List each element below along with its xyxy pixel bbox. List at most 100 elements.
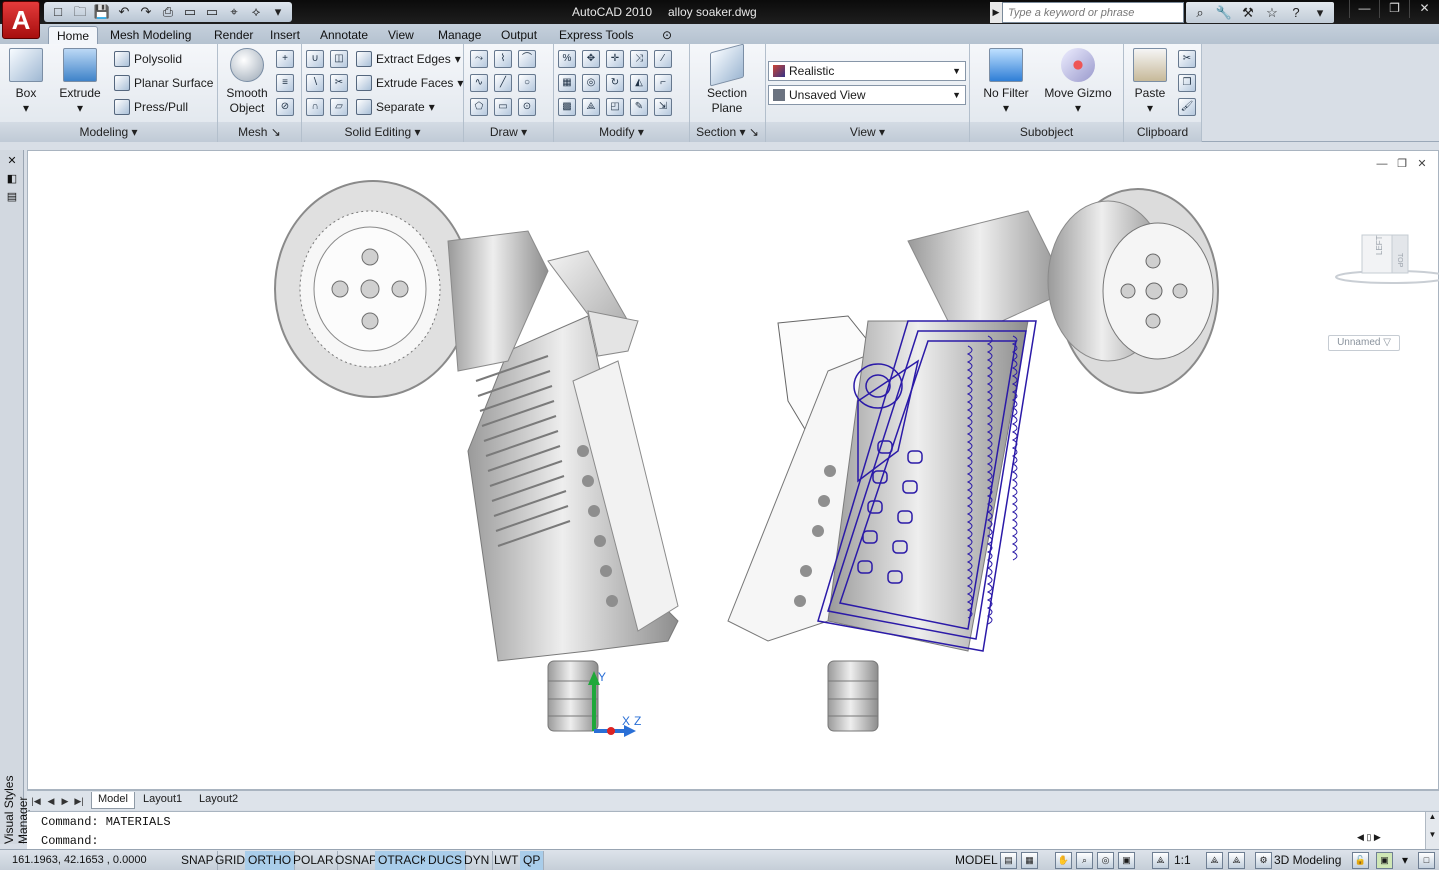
line-icon[interactable]: ╱ bbox=[494, 74, 512, 92]
mirror-icon[interactable]: ◭ bbox=[630, 74, 648, 92]
thicken-icon[interactable]: ▱ bbox=[330, 98, 348, 116]
array-icon[interactable]: ▩ bbox=[558, 98, 576, 116]
ortho-toggle[interactable]: ORTHO bbox=[245, 851, 296, 870]
palette-properties-icon[interactable]: ▤ bbox=[4, 190, 20, 204]
help-icon[interactable]: ? bbox=[1286, 2, 1306, 23]
viewcube-top-face[interactable]: TOP bbox=[1396, 253, 1403, 268]
polysolid-button[interactable]: Polysolid bbox=[114, 49, 182, 69]
separate-button[interactable]: Separate ▾ bbox=[356, 97, 435, 117]
subobject-panel-title[interactable]: Subobject bbox=[970, 122, 1123, 142]
help-dropdown-icon[interactable]: ▾ bbox=[1310, 2, 1330, 23]
rectangle-icon[interactable]: ▭ bbox=[494, 98, 512, 116]
drawing-viewport[interactable]: — ❐ ✕ Y X Z LEFT TOP Unnamed ▽ bbox=[27, 150, 1439, 790]
tab-layout1[interactable]: Layout1 bbox=[137, 792, 188, 809]
modeling-panel-title[interactable]: Modeling ▾ bbox=[0, 122, 217, 142]
publish-icon[interactable]: ▭ bbox=[202, 2, 222, 22]
auto-scale-icon[interactable]: ⟁ bbox=[1228, 852, 1245, 869]
hardware-acceleration-icon[interactable]: ▣ bbox=[1376, 852, 1393, 869]
open-icon[interactable]: 🗀 bbox=[70, 2, 90, 22]
paste-button[interactable]: Paste ▾ bbox=[1132, 48, 1168, 116]
steering-wheel-icon[interactable]: ◎ bbox=[1097, 852, 1114, 869]
section-plane-button[interactable]: Section Plane bbox=[702, 43, 752, 116]
tab-layout2[interactable]: Layout2 bbox=[193, 792, 244, 809]
pan-icon[interactable]: ✋ bbox=[1055, 852, 1072, 869]
tab-model[interactable]: Model bbox=[91, 792, 135, 809]
intersect-icon[interactable]: ∩ bbox=[306, 98, 324, 116]
palette-close-icon[interactable]: ✕ bbox=[4, 154, 20, 168]
quick-view-layouts-icon[interactable]: ▤ bbox=[1000, 852, 1017, 869]
redo-icon[interactable]: ↷ bbox=[136, 2, 156, 22]
application-menu-button[interactable]: A bbox=[2, 1, 40, 39]
mesh-convert-icon[interactable]: ≡ bbox=[276, 74, 294, 92]
qp-toggle[interactable]: QP bbox=[520, 851, 545, 870]
annotation-scale-icon[interactable]: ⟁ bbox=[1152, 852, 1169, 869]
match-properties-icon[interactable]: ⌖ bbox=[224, 2, 244, 22]
left-spray-nozzle-model[interactable] bbox=[274, 180, 679, 732]
box-button[interactable]: Box ▾ bbox=[8, 48, 44, 116]
palette-title[interactable]: Visual Styles Manager bbox=[2, 760, 30, 844]
status-menu-icon[interactable]: ▾ bbox=[1402, 851, 1408, 870]
visual-style-dropdown[interactable]: Realistic ▼ bbox=[768, 61, 966, 81]
spline-icon[interactable]: ∿ bbox=[470, 74, 488, 92]
toolbar-lock-icon[interactable]: 🔓 bbox=[1352, 852, 1369, 869]
move-gizmo-button[interactable]: Move Gizmo ▾ bbox=[1042, 48, 1114, 116]
offset-icon[interactable]: ⌐ bbox=[654, 74, 672, 92]
mesh-panel-title[interactable]: Mesh ↘ bbox=[218, 122, 301, 142]
plot-preview-icon[interactable]: ▭ bbox=[180, 2, 200, 22]
quick-view-drawings-icon[interactable]: ▦ bbox=[1021, 852, 1038, 869]
save-icon[interactable]: 💾 bbox=[92, 2, 112, 22]
coordinate-readout[interactable]: 161.1963, 42.1653 , 0.0000 bbox=[12, 854, 147, 866]
command-input[interactable]: Command: bbox=[41, 832, 99, 850]
annotation-scale-value[interactable]: 1:1 bbox=[1174, 851, 1191, 870]
tab-home[interactable]: Home bbox=[48, 26, 99, 44]
ducs-toggle[interactable]: DUCS bbox=[425, 851, 467, 870]
tab-view[interactable]: View bbox=[380, 26, 422, 44]
zoom-icon[interactable]: ⌕ bbox=[1076, 852, 1093, 869]
tab-annotate[interactable]: Annotate bbox=[312, 26, 376, 44]
union-icon[interactable]: ∪ bbox=[306, 50, 324, 68]
match-properties-icon[interactable]: 🖌 bbox=[1178, 98, 1196, 116]
lwt-toggle[interactable]: LWT bbox=[491, 851, 523, 870]
extract-edges-button[interactable]: Extract Edges ▾ bbox=[356, 49, 461, 69]
binoculars-icon[interactable]: ⌕ bbox=[1190, 2, 1210, 23]
slice-icon[interactable]: ✂ bbox=[330, 74, 348, 92]
viewcube-left-face[interactable]: LEFT bbox=[1375, 235, 1384, 255]
planar-surface-button[interactable]: Planar Surface bbox=[114, 73, 213, 93]
polygon-icon[interactable]: ⬠ bbox=[470, 98, 488, 116]
favorites-icon[interactable]: ☆ bbox=[1262, 2, 1282, 23]
helix-icon[interactable]: ⌇ bbox=[494, 50, 512, 68]
restore-button[interactable]: ❐ bbox=[1379, 0, 1409, 18]
section-panel-title[interactable]: Section ▾ ↘ bbox=[690, 122, 765, 142]
dyn-toggle[interactable]: DYN bbox=[461, 851, 494, 870]
subscription-icon[interactable]: 🔧 bbox=[1214, 2, 1234, 23]
subtract-icon[interactable]: ∖ bbox=[306, 74, 324, 92]
no-filter-button[interactable]: No Filter ▾ bbox=[978, 48, 1034, 116]
close-button[interactable]: ✕ bbox=[1409, 0, 1439, 18]
viewcube[interactable]: LEFT TOP bbox=[1334, 231, 1439, 291]
erase-icon[interactable]: ✎ bbox=[630, 98, 648, 116]
next-tab-icon[interactable]: ▶ bbox=[58, 794, 72, 808]
presspull-button[interactable]: Press/Pull bbox=[114, 97, 188, 117]
tab-insert[interactable]: Insert bbox=[262, 26, 308, 44]
modify-panel-title[interactable]: Modify ▾ bbox=[554, 122, 689, 142]
solid-editing-panel-title[interactable]: Solid Editing ▾ bbox=[302, 122, 463, 142]
annotation-visibility-icon[interactable]: ⟁ bbox=[1206, 852, 1223, 869]
minimize-button[interactable]: — bbox=[1349, 0, 1379, 18]
3d-move-icon[interactable]: ✥ bbox=[582, 50, 600, 68]
rotate-icon[interactable]: ↻ bbox=[606, 74, 624, 92]
workspace-gear-icon[interactable]: ⚙ bbox=[1255, 852, 1272, 869]
communication-icon[interactable]: ⚒ bbox=[1238, 2, 1258, 23]
mesh-box-icon[interactable]: + bbox=[276, 50, 294, 68]
trim-icon[interactable]: ⁄ bbox=[654, 50, 672, 68]
extrude-button[interactable]: Extrude ▾ bbox=[58, 48, 102, 116]
circle-icon[interactable]: ○ bbox=[518, 74, 536, 92]
polyline-icon[interactable]: ⤳ bbox=[470, 50, 488, 68]
3d-array-icon[interactable]: ▦ bbox=[558, 74, 576, 92]
last-tab-icon[interactable]: ▶| bbox=[72, 794, 86, 808]
extrude-faces-button[interactable]: Extrude Faces ▾ bbox=[356, 73, 463, 93]
view-panel-title[interactable]: View ▾ bbox=[766, 122, 969, 142]
stretch-icon[interactable]: ⇲ bbox=[654, 98, 672, 116]
ribbon-minimize-icon[interactable]: ⊙ bbox=[654, 26, 680, 44]
command-scrollbar[interactable]: ▲ ▼ bbox=[1425, 812, 1439, 850]
fillet-icon[interactable]: % bbox=[558, 50, 576, 68]
